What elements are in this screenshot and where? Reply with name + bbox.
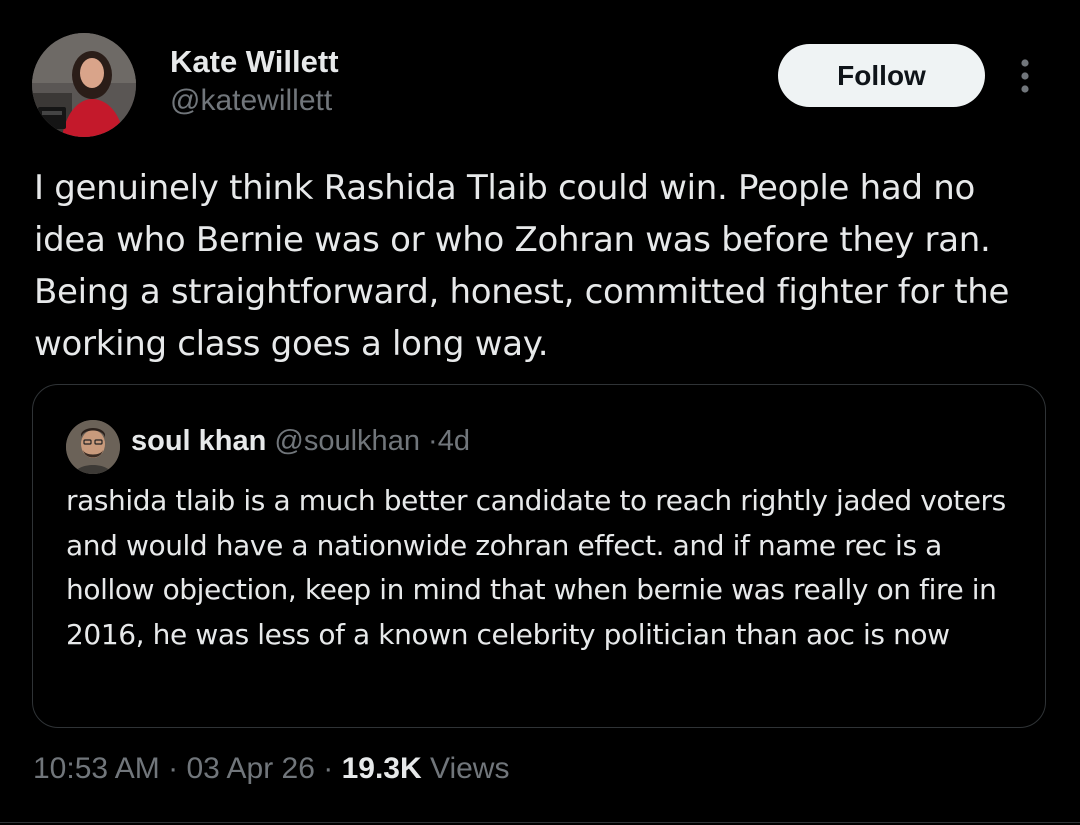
tweet: Kate Willett @katewillett Follow I genui… — [0, 0, 1080, 825]
meta-separator: · — [168, 752, 179, 785]
quote-author-avatar[interactable] — [66, 420, 120, 474]
quote-timestamp[interactable]: 4d — [438, 425, 470, 457]
quote-author-name[interactable]: soul khan — [131, 425, 266, 457]
tweet-text: I genuinely think Rashida Tlaib could wi… — [34, 168, 1010, 364]
quote-text: rashida tlaib is a much better candidate… — [66, 484, 1006, 651]
tweet-date[interactable]: 03 Apr 26 — [186, 752, 314, 785]
more-vertical-icon[interactable] — [1012, 58, 1038, 94]
tweet-meta: 10:53 AM · 03 Apr 26 · 19.3K Views — [33, 752, 509, 786]
follow-button[interactable]: Follow — [778, 44, 985, 107]
tweet-time[interactable]: 10:53 AM — [33, 752, 160, 785]
author-name[interactable]: Kate Willett — [170, 44, 339, 80]
quote-separator: · — [428, 425, 438, 457]
quote-header: soul khan @soulkhan ·4d — [131, 425, 470, 458]
divider — [0, 822, 1080, 823]
quoted-tweet-card[interactable]: soul khan @soulkhan ·4d rashida tlaib is… — [32, 384, 1046, 728]
author-handle[interactable]: @katewillett — [170, 84, 332, 118]
views-label: Views — [429, 752, 510, 785]
quote-author-handle[interactable]: @soulkhan — [274, 425, 420, 457]
user-avatar-photo — [66, 420, 120, 474]
author-avatar[interactable] — [32, 33, 136, 137]
user-avatar-photo — [32, 33, 136, 137]
meta-separator: · — [323, 752, 334, 785]
views-count[interactable]: 19.3K — [342, 752, 422, 785]
